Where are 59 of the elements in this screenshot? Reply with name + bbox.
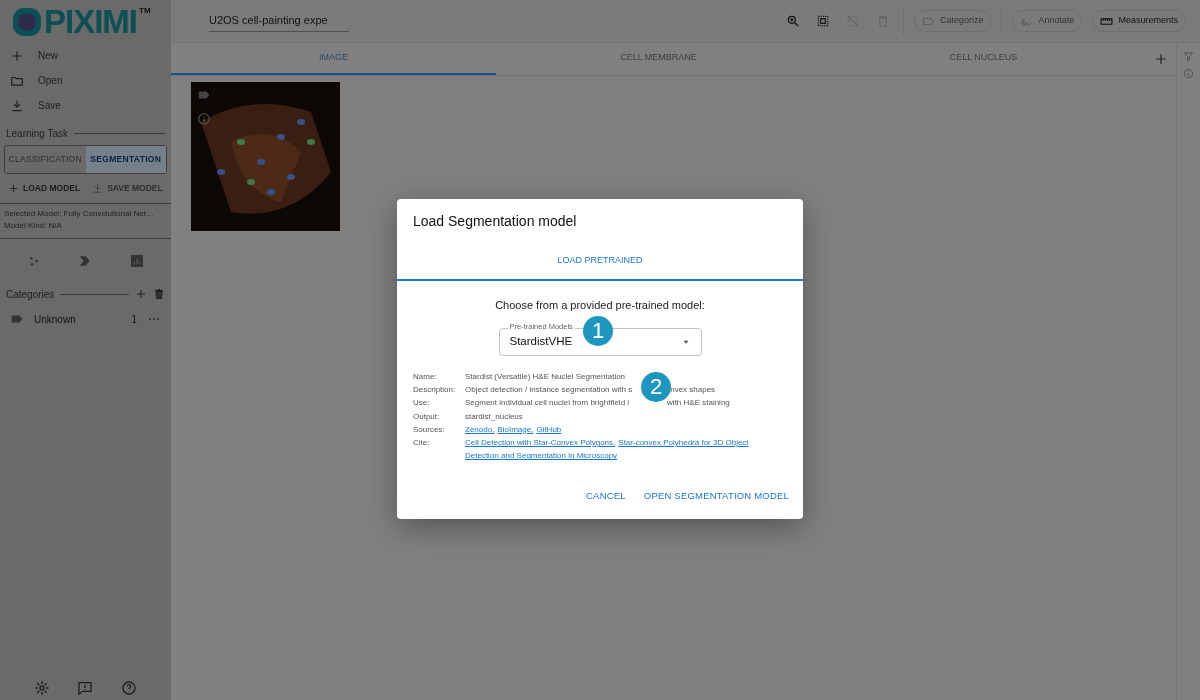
channel-tab[interactable]: CELL MEMBRANE <box>496 43 821 75</box>
project-name-field[interactable]: U2OS cell-painting expe <box>209 10 349 32</box>
info-link[interactable]: BioImage, <box>497 424 534 434</box>
select-all-icon[interactable] <box>815 14 830 28</box>
info-link[interactable]: Zenodo, <box>465 424 495 434</box>
plus-icon[interactable] <box>1154 52 1168 66</box>
info-value: Stardist (Versatile) H&E Nuclei Segmentation <box>465 371 626 381</box>
info-label: Use: <box>413 397 431 410</box>
logo-icon <box>12 6 42 37</box>
load-model-button[interactable]: LOAD MODEL <box>0 173 85 203</box>
delete-icon[interactable] <box>153 288 165 300</box>
info-label: Cite: <box>413 437 431 450</box>
info-value: Object detection / instance segmentation with s <box>465 385 633 395</box>
download-icon <box>92 182 104 194</box>
info-icon[interactable] <box>1183 68 1194 79</box>
section-title: Learning Task <box>6 127 69 141</box>
info-link[interactable]: Detection and Segmentation in Microscopy <box>465 451 618 461</box>
dialog-tab[interactable]: LOAD PRETRAINED <box>397 241 803 282</box>
logo-text: PIXIMI <box>44 5 138 38</box>
plus-icon[interactable] <box>135 288 147 300</box>
info-link[interactable]: GitHub <box>536 424 562 434</box>
info-link[interactable]: Cell Detection with Star-Convex Polygons, <box>465 438 616 448</box>
info-label: Name: <box>413 370 438 383</box>
download-icon <box>10 98 24 113</box>
info-value: nvex shapes <box>670 385 716 395</box>
menu-item[interactable]: Open <box>0 68 171 93</box>
info-label: Output: <box>413 410 441 423</box>
plus-icon <box>10 48 24 63</box>
help-icon[interactable] <box>121 680 138 696</box>
channel-tab[interactable]: CELL NUCLEUS <box>821 43 1146 75</box>
info-label: Sources: <box>413 423 446 436</box>
filter-icon[interactable] <box>1183 51 1194 62</box>
info-link[interactable]: Star-convex Polyhedra for 3D Object <box>618 438 749 448</box>
chart-icon[interactable] <box>129 252 146 269</box>
cancel-button[interactable]: CANCEL <box>580 482 632 509</box>
task-tab[interactable]: SEGMENTATION <box>85 146 166 173</box>
task-tab[interactable]: CLASSIFICATION <box>5 146 86 173</box>
settings-icon[interactable] <box>33 680 50 696</box>
prompt-text: Choose from a provided pre-trained model: <box>494 298 706 314</box>
model-info: Selected Model: Fully Convolutional Net… <box>4 207 155 220</box>
category-label[interactable]: Unknown <box>34 311 122 327</box>
dialog-title: Load Segmentation model <box>412 212 578 231</box>
callout-number: 1 <box>583 316 613 346</box>
channel-tab[interactable]: IMAGE <box>171 43 496 75</box>
section-title: Categories <box>6 287 55 302</box>
callout-number: 2 <box>641 372 671 402</box>
menu-item[interactable]: New <box>0 43 171 68</box>
info-icon[interactable] <box>197 112 211 126</box>
plus-icon <box>8 182 19 194</box>
feedback-icon[interactable] <box>77 680 94 696</box>
open-model-button[interactable]: OPEN SEGMENTATION MODEL <box>637 482 795 509</box>
trademark: TM <box>139 5 151 17</box>
info-value: Segment individual cell nuclei from brightfield i <box>465 398 630 408</box>
info-value: stardist_nucleus <box>465 411 523 421</box>
menu-item[interactable]: Save <box>0 93 171 118</box>
select-value: StardistVHE <box>509 334 574 350</box>
zoom-icon[interactable] <box>785 14 800 28</box>
category-count: 1 <box>131 312 137 327</box>
info-label: Description: <box>413 384 457 397</box>
